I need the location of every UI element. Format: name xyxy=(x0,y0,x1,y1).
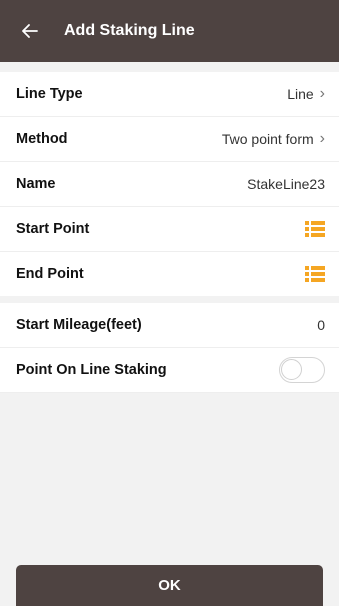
chevron-right-icon: › xyxy=(319,130,325,147)
end-point-label: End Point xyxy=(16,266,84,282)
method-row[interactable]: Method Two point form › xyxy=(0,117,339,162)
start-mileage-row[interactable]: Start Mileage(feet) 0 xyxy=(0,303,339,348)
toggle-knob xyxy=(281,359,302,380)
method-value: Two point form › xyxy=(221,130,325,148)
name-value[interactable]: StakeLine23 xyxy=(247,176,325,192)
ok-button[interactable]: OK xyxy=(16,565,323,606)
name-row[interactable]: Name StakeLine23 xyxy=(0,162,339,207)
line-type-label: Line Type xyxy=(16,86,83,102)
line-type-row[interactable]: Line Type Line › xyxy=(0,72,339,117)
settings-list: Line Type Line › Method Two point form ›… xyxy=(0,72,339,393)
start-point-label: Start Point xyxy=(16,221,90,237)
back-button[interactable] xyxy=(22,24,58,38)
method-label: Method xyxy=(16,131,68,147)
name-label: Name xyxy=(16,176,56,192)
point-on-line-label: Point On Line Staking xyxy=(16,362,167,378)
line-type-value-text: Line xyxy=(287,86,314,102)
chevron-right-icon: › xyxy=(319,85,325,102)
arrow-left-icon xyxy=(22,24,38,38)
start-mileage-label: Start Mileage(feet) xyxy=(16,317,142,333)
start-mileage-value[interactable]: 0 xyxy=(317,317,325,333)
point-on-line-toggle[interactable] xyxy=(279,357,325,383)
method-value-text: Two point form xyxy=(221,131,314,147)
page-title: Add Staking Line xyxy=(64,22,195,39)
empty-area xyxy=(0,398,339,558)
app-header: Add Staking Line xyxy=(0,0,339,62)
point-on-line-row: Point On Line Staking xyxy=(0,348,339,393)
list-icon[interactable] xyxy=(305,266,325,282)
line-type-value: Line › xyxy=(287,85,325,103)
list-icon[interactable] xyxy=(305,221,325,237)
start-point-row: Start Point xyxy=(0,207,339,252)
end-point-row: End Point xyxy=(0,252,339,303)
